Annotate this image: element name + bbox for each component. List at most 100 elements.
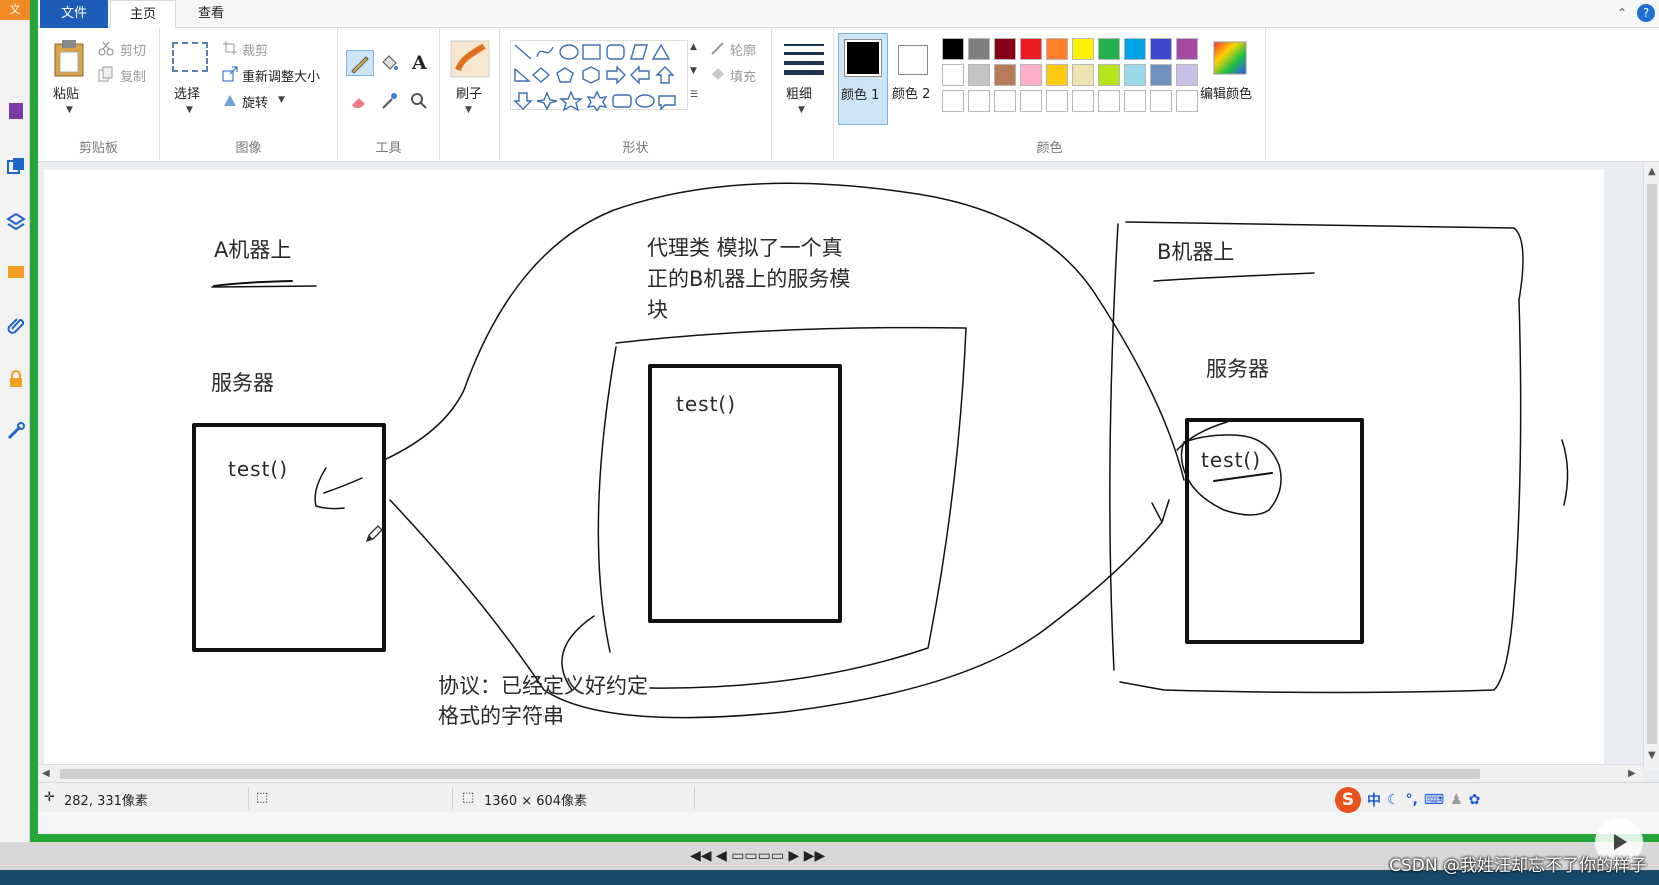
color-swatch[interactable] <box>994 38 1016 60</box>
color-swatch[interactable] <box>942 90 964 112</box>
color-swatch[interactable] <box>1072 90 1094 112</box>
magnifier-icon[interactable] <box>410 92 427 109</box>
ime-moon-icon[interactable]: ☾ <box>1387 792 1400 808</box>
color-swatch[interactable] <box>1046 38 1068 60</box>
color-swatch[interactable] <box>1020 64 1042 86</box>
color-swatch[interactable] <box>1124 38 1146 60</box>
color-swatch[interactable] <box>1020 90 1042 112</box>
color-swatch[interactable] <box>942 38 964 60</box>
outline-button[interactable]: 轮廓 <box>730 40 756 59</box>
select-button[interactable]: 选择 <box>174 83 200 102</box>
fill-button[interactable]: 填充 <box>730 66 756 85</box>
tab-view[interactable]: 查看 <box>178 0 244 28</box>
ime-language-toggle[interactable]: 中 <box>1367 790 1381 810</box>
tab-file[interactable]: 文件 <box>40 0 108 28</box>
paste-icon[interactable] <box>52 38 86 82</box>
rotate-dropdown-icon[interactable]: ▼ <box>278 95 285 105</box>
color-swatch[interactable] <box>942 64 964 86</box>
sogou-logo-icon[interactable]: S <box>1335 787 1361 813</box>
color-swatch[interactable] <box>1176 90 1198 112</box>
color-swatch[interactable] <box>1150 38 1172 60</box>
ime-user-icon[interactable]: ♟ <box>1450 792 1463 808</box>
cut-icon[interactable] <box>98 40 114 56</box>
color-swatch[interactable] <box>968 90 990 112</box>
color2-selector[interactable]: 颜色 2 <box>890 33 938 125</box>
lock-icon[interactable] <box>5 368 27 390</box>
vertical-scrollbar[interactable]: ▲ ▼ <box>1643 162 1659 770</box>
color-picker-icon[interactable] <box>380 92 397 109</box>
ime-skin-icon[interactable]: ✿ <box>1469 792 1481 808</box>
color-swatch[interactable] <box>1098 38 1120 60</box>
vertical-scroll-thumb[interactable] <box>1647 184 1657 744</box>
eraser-icon[interactable] <box>350 94 366 110</box>
color-swatch[interactable] <box>968 64 990 86</box>
color-swatch[interactable] <box>1176 38 1198 60</box>
crop-button[interactable]: 裁剪 <box>242 40 268 59</box>
color-swatch[interactable] <box>1098 90 1120 112</box>
shapes-gallery[interactable] <box>510 40 688 113</box>
player-controls[interactable]: ◀◀ ◀ ▭▭▭▭ ▶ ▶▶ <box>690 848 825 864</box>
collapse-ribbon-icon[interactable]: ⌃ <box>1617 6 1627 20</box>
edit-colors-button[interactable]: 编辑颜色 <box>1200 83 1252 102</box>
copy-icon[interactable] <box>98 66 114 82</box>
color-swatch[interactable] <box>1046 64 1068 86</box>
select-icon[interactable] <box>172 42 208 72</box>
color-swatch[interactable] <box>1098 64 1120 86</box>
color-swatch[interactable] <box>1150 90 1172 112</box>
color-swatch[interactable] <box>1124 64 1146 86</box>
layers-icon[interactable] <box>5 210 27 232</box>
color1-selector[interactable]: 颜色 1 <box>838 33 888 125</box>
fill-icon[interactable] <box>710 66 726 82</box>
brush-icon[interactable] <box>450 40 490 82</box>
scroll-up-icon[interactable]: ▲ <box>1648 166 1656 177</box>
size-dropdown-icon[interactable]: ▼ <box>798 105 805 115</box>
shapes-more-icon[interactable]: ☰ <box>690 90 698 100</box>
ime-punct-icon[interactable]: °, <box>1406 792 1418 808</box>
brush-dropdown-icon[interactable]: ▼ <box>465 105 472 115</box>
copy-button[interactable]: 复制 <box>120 66 146 85</box>
scroll-down-icon[interactable]: ▼ <box>1648 750 1656 761</box>
color-swatch[interactable] <box>994 64 1016 86</box>
attachment-icon[interactable] <box>5 314 27 336</box>
horizontal-scrollbar[interactable]: ◀ ▶ <box>38 764 1643 782</box>
drawing-canvas[interactable]: A机器上 服务器 test() 代理类 模拟了一个真 正的B机器上的服务模 块 … <box>44 170 1604 770</box>
resize-button[interactable]: 重新调整大小 <box>242 66 320 85</box>
crop-icon[interactable] <box>222 40 238 56</box>
color-swatch[interactable] <box>1176 64 1198 86</box>
horizontal-scroll-thumb[interactable] <box>60 769 1480 779</box>
pencil-tool[interactable] <box>346 50 374 76</box>
color-swatch[interactable] <box>1072 64 1094 86</box>
bookmark-icon[interactable] <box>5 100 27 122</box>
scroll-right-icon[interactable]: ▶ <box>1628 768 1636 779</box>
text-tool[interactable]: A <box>412 52 427 74</box>
tab-home[interactable]: 主页 <box>110 0 176 29</box>
shapes-scroll-up-icon[interactable]: ▲ <box>690 42 697 52</box>
color-swatch[interactable] <box>1072 38 1094 60</box>
resize-icon[interactable] <box>222 66 238 82</box>
ime-keyboard-icon[interactable]: ⌨ <box>1424 792 1444 808</box>
color-swatch[interactable] <box>1046 90 1068 112</box>
color-swatch[interactable] <box>1020 38 1042 60</box>
size-button[interactable]: 粗细 <box>786 83 812 102</box>
paste-button[interactable]: 粘贴 <box>53 83 79 102</box>
outline-icon[interactable] <box>710 40 726 56</box>
color-swatch[interactable] <box>994 90 1016 112</box>
fill-bucket-icon[interactable] <box>380 54 398 70</box>
brush-button[interactable]: 刷子 <box>456 83 482 102</box>
scroll-left-icon[interactable]: ◀ <box>42 768 50 779</box>
color-swatch[interactable] <box>1124 90 1146 112</box>
line-width-icon[interactable] <box>784 42 824 80</box>
shapes-scroll-down-icon[interactable]: ▼ <box>690 66 697 76</box>
edit-colors-icon[interactable] <box>1212 40 1248 80</box>
color-swatch[interactable] <box>1150 64 1172 86</box>
paste-dropdown-icon[interactable]: ▼ <box>66 105 73 115</box>
tools-icon[interactable] <box>5 420 27 442</box>
copy-pages-icon[interactable] <box>5 155 27 177</box>
cut-button[interactable]: 剪切 <box>120 40 146 59</box>
help-icon[interactable]: ? <box>1637 4 1655 22</box>
rotate-button[interactable]: 旋转 <box>242 92 268 111</box>
rotate-icon[interactable] <box>222 92 238 108</box>
select-dropdown-icon[interactable]: ▼ <box>186 105 193 115</box>
color-swatch[interactable] <box>968 38 990 60</box>
comment-icon[interactable] <box>5 262 27 284</box>
